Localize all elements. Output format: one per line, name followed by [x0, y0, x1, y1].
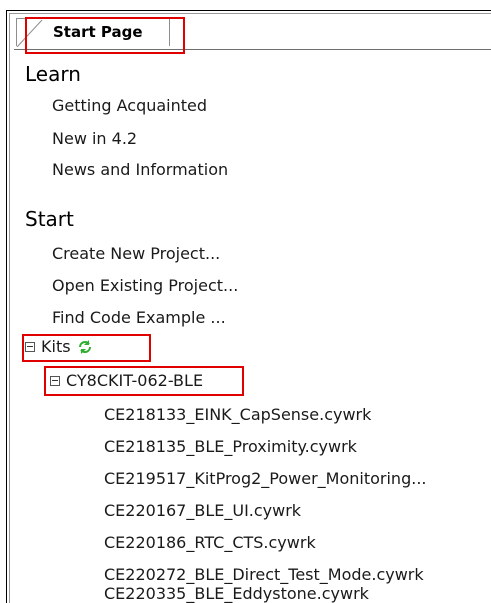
example-item[interactable]: CE220186_RTC_CTS.cywrk — [104, 533, 316, 552]
kit-highlight-box — [44, 366, 244, 396]
learn-item-new-in[interactable]: New in 4.2 — [52, 129, 137, 148]
example-item[interactable]: CE220335_BLE_Eddystone.cywrk — [104, 584, 369, 603]
example-item[interactable]: CE220272_BLE_Direct_Test_Mode.cywrk — [104, 565, 424, 584]
example-item[interactable]: CE218133_EINK_CapSense.cywrk — [104, 405, 371, 424]
start-item-find-example[interactable]: Find Code Example ... — [52, 308, 226, 327]
example-item[interactable]: CE219517_KitProg2_Power_Monitoring... — [104, 469, 426, 488]
start-item-open-project[interactable]: Open Existing Project... — [52, 276, 238, 295]
learn-item-getting-acquainted[interactable]: Getting Acquainted — [52, 96, 207, 115]
example-item[interactable]: CE218135_BLE_Proximity.cywrk — [104, 437, 357, 456]
learn-heading: Learn — [25, 62, 81, 86]
start-heading: Start — [25, 207, 74, 231]
learn-item-news[interactable]: News and Information — [52, 160, 228, 179]
kits-highlight-box — [22, 334, 151, 362]
example-item[interactable]: CE220167_BLE_UI.cywrk — [104, 501, 301, 520]
start-item-create-project[interactable]: Create New Project... — [52, 244, 220, 263]
tab-highlight-box — [25, 17, 185, 54]
